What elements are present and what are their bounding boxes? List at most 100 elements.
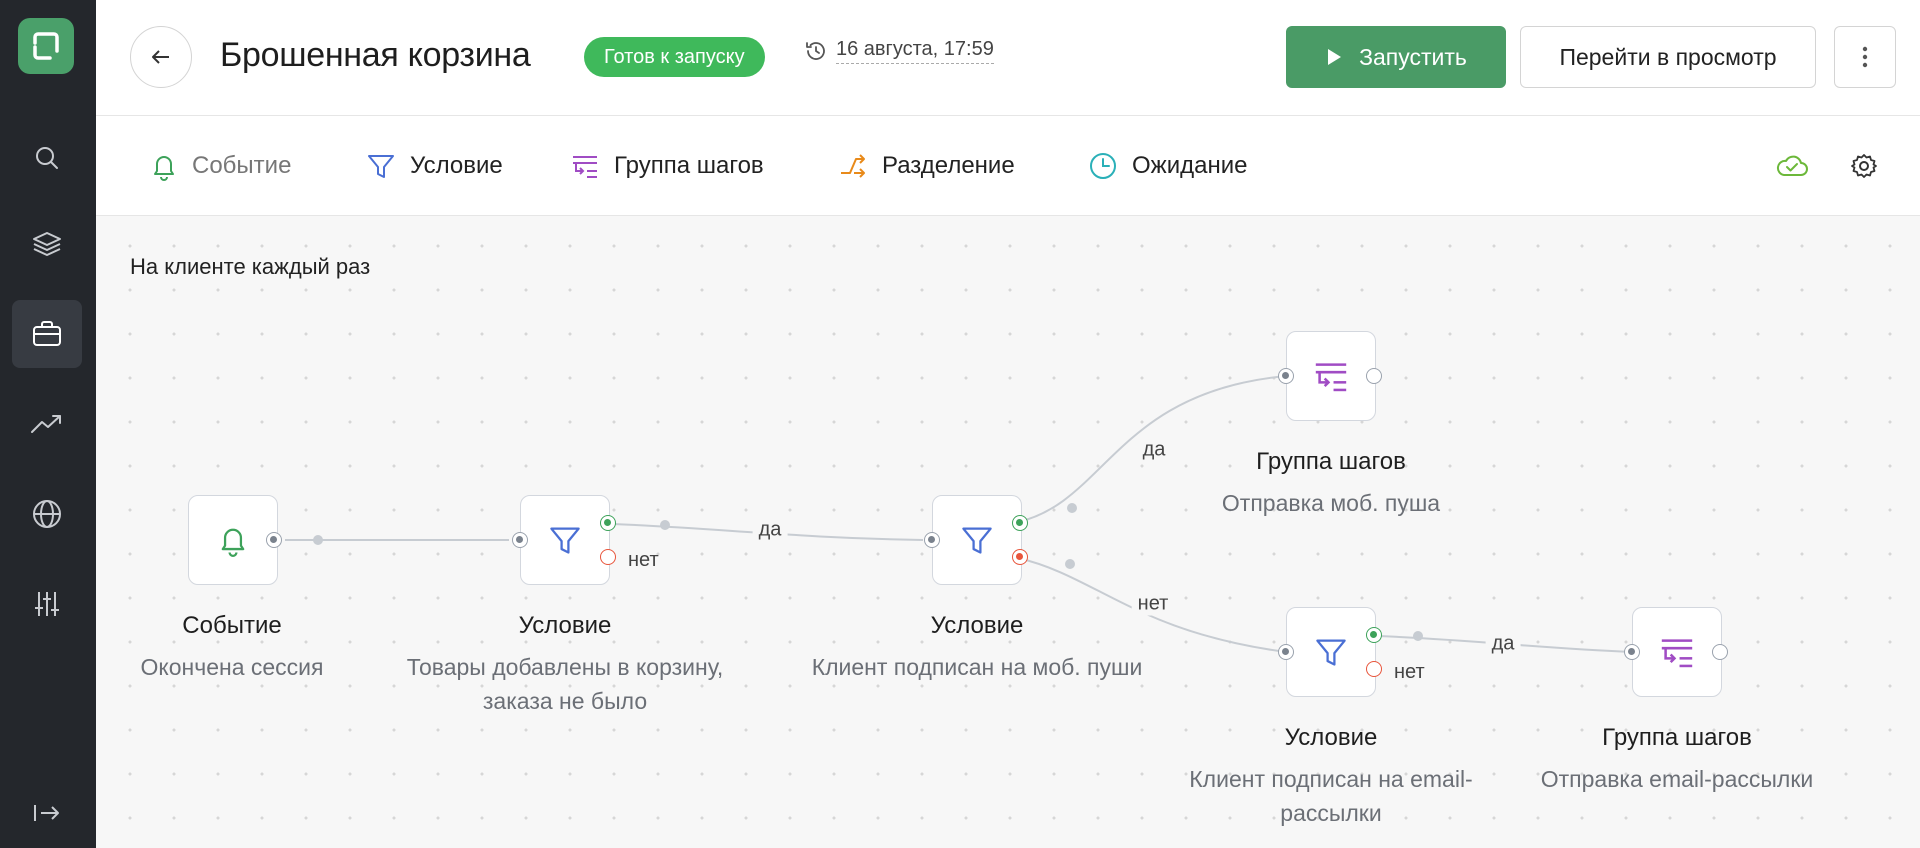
node-condition-email[interactable] [1286,607,1376,697]
tool-condition[interactable]: Условие [366,146,503,186]
filter-icon [550,527,580,554]
globe-icon [33,500,61,528]
node-step-group-push-output-port[interactable] [1366,368,1382,384]
node-step-group-email-output-port[interactable] [1712,644,1728,660]
node-condition-cart-yes-port[interactable] [600,515,616,531]
settings-nav-button[interactable] [12,570,82,638]
header: Брошенная корзина Готов к запуску 16 авг… [96,0,1920,116]
tool-step-group-label: Группа шагов [614,152,764,179]
node-event[interactable] [188,495,278,585]
edge-dot [660,520,670,530]
node-condition-email-title: Условие [1284,724,1378,751]
node-condition-cart-title: Условие [518,612,612,639]
node-condition-cart-no-label: нет [628,549,659,571]
step-group-icon [1661,639,1693,668]
edge-dot [1067,503,1077,513]
split-icon [841,154,865,178]
node-step-group-push-input-port[interactable] [1278,368,1294,384]
step-group-icon [573,156,597,178]
edge-label-yes: да [1136,438,1172,462]
bell-icon [154,156,174,181]
preview-button-label: Перейти в просмотр [1559,43,1777,70]
node-condition-push-no-port[interactable] [1012,549,1028,565]
filter-icon [368,155,394,178]
history-icon [806,42,825,60]
run-button-label: Запустить [1359,43,1467,70]
tool-event-label: Событие [192,152,292,179]
clock-icon [1090,153,1116,179]
sidebar [0,0,96,848]
tool-split[interactable]: Разделение [838,146,1015,186]
node-condition-cart-subtitle-line2: заказа не было [482,688,648,714]
step-group-icon [1315,363,1347,392]
run-button[interactable]: Запустить [1286,26,1506,88]
layers-nav-button[interactable] [12,210,82,278]
node-condition-push-yes-port[interactable] [1012,515,1028,531]
edge-dot [1065,559,1075,569]
arrow-left-icon [152,50,169,64]
node-condition-email-subtitle-line2: рассылки [1280,800,1382,826]
trend-icon [31,415,61,433]
node-step-group-email-subtitle: Отправка email-рассылки [1540,766,1814,792]
logo[interactable] [18,18,74,74]
node-event-title: Событие [182,612,282,639]
search-icon [36,147,58,169]
node-toolbar: Событие Условие Группа шагов Разделение … [96,116,1920,216]
node-condition-email-input-port[interactable] [1278,644,1294,660]
workflow-canvas[interactable]: На клиенте каждый раз да да нет да Событ… [96,216,1920,848]
edge-label-yes: да [1485,632,1521,656]
analytics-nav-button[interactable] [12,390,82,458]
tool-event[interactable]: Событие [150,146,291,186]
back-button[interactable] [130,26,192,88]
saved-info[interactable]: 16 августа, 17:59 [804,38,994,64]
node-step-group-push-title: Группа шагов [1256,448,1406,475]
settings-button[interactable] [1844,146,1884,186]
tool-wait-label: Ожидание [1132,152,1248,179]
node-condition-cart-subtitle-line1: Товары добавлены в корзину, [406,654,724,680]
preview-button[interactable]: Перейти в просмотр [1520,26,1816,88]
node-event-subtitle: Окончена сессия [140,654,324,680]
campaigns-nav-button[interactable] [12,300,82,368]
sliders-icon [35,592,59,616]
saved-timestamp: 16 августа, 17:59 [836,38,994,64]
edge-dot [1413,631,1423,641]
edge-label-no: нет [1131,592,1175,616]
bell-icon [221,528,245,557]
node-step-group-push[interactable] [1286,331,1376,421]
page-title: Брошенная корзина [220,36,531,74]
filter-icon [1316,639,1346,666]
cloud-check-icon [1776,155,1808,176]
node-step-group-push-subtitle: Отправка моб. пуша [1221,490,1441,516]
node-condition-email-subtitle-line1: Клиент подписан на email- [1189,766,1473,792]
node-condition-email-yes-port[interactable] [1366,627,1382,643]
tool-step-group[interactable]: Группа шагов [570,146,764,186]
node-condition-push[interactable] [932,495,1022,585]
tool-condition-label: Условие [410,152,503,179]
node-condition-push-title: Условие [930,612,1024,639]
cloud-sync-button[interactable] [1772,146,1812,186]
node-condition-cart-input-port[interactable] [512,532,528,548]
node-condition-cart-no-port[interactable] [600,549,616,565]
node-event-output-port[interactable] [266,532,282,548]
status-badge: Готов к запуску [584,37,765,77]
node-condition-push-subtitle: Клиент подписан на моб. пуши [811,654,1143,680]
collapse-icon [34,805,59,821]
search-nav-button[interactable] [12,124,82,192]
node-step-group-email-title: Группа шагов [1602,724,1752,751]
tool-split-label: Разделение [882,152,1015,179]
globe-nav-button[interactable] [12,480,82,548]
briefcase-icon [33,321,61,346]
collapse-sidebar-button[interactable] [12,785,82,841]
filter-icon [962,527,992,554]
tool-wait[interactable]: Ожидание [1088,146,1248,186]
node-step-group-email[interactable] [1632,607,1722,697]
node-condition-cart[interactable] [520,495,610,585]
more-menu-button[interactable] [1834,26,1896,88]
node-condition-email-no-port[interactable] [1366,661,1382,677]
kebab-icon [1862,46,1868,68]
play-icon [1328,49,1342,65]
layers-icon [33,232,61,256]
node-condition-email-no-label: нет [1394,661,1425,683]
node-step-group-email-input-port[interactable] [1624,644,1640,660]
node-condition-push-input-port[interactable] [924,532,940,548]
